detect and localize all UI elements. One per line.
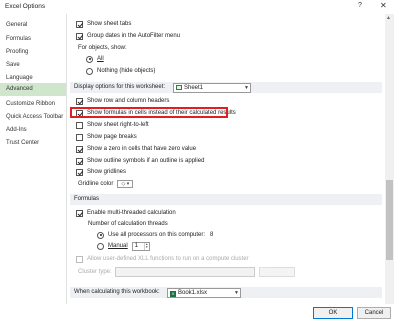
gridlines-label: Show gridlines (87, 169, 127, 175)
for-objects-show-label: For objects, show: (78, 45, 127, 51)
show-zero-checkbox[interactable] (76, 145, 83, 153)
show-sheet-tabs-label: Show sheet tabs (87, 21, 132, 27)
sheet-select[interactable]: Sheet1 ▼ (173, 83, 251, 93)
objects-nothing-radio[interactable] (86, 67, 93, 75)
worksheet-section-title: Display options for this worksheet: (74, 84, 166, 90)
cluster-options-button[interactable]: Options... (259, 267, 295, 277)
options-scrollbar[interactable]: ▲ (385, 14, 394, 304)
page-breaks-option[interactable]: Show page breaks (76, 132, 137, 142)
sheet-icon (176, 85, 182, 90)
allow-udf-option[interactable]: Allow user-defined XLL functions to run … (76, 254, 249, 264)
group-dates-checkbox[interactable] (76, 32, 83, 40)
sidebar-item-quick-access-toolbar[interactable]: Quick Access Toolbar (0, 111, 66, 124)
allow-udf-checkbox[interactable] (76, 255, 83, 263)
cluster-type-input[interactable] (115, 267, 255, 277)
outline-symbols-checkbox[interactable] (76, 157, 83, 165)
title-bar: Excel Options ? ✕ (0, 0, 395, 14)
manual-threads-stepper[interactable]: 1 ▲ ▼ (131, 241, 150, 251)
workbook-calc-title: When calculating this workbook: (74, 289, 160, 295)
outline-symbols-option[interactable]: Show outline symbols if an outline is ap… (76, 156, 204, 166)
objects-all-label: All (97, 56, 104, 62)
sidebar-item-trust-center[interactable]: Trust Center (0, 137, 66, 150)
right-to-left-label: Show sheet right-to-left (87, 122, 149, 128)
show-zero-label: Show a zero in cells that have zero valu… (87, 146, 197, 152)
page-breaks-label: Show page breaks (87, 134, 137, 140)
manual-threads-option[interactable]: Manual 1 ▲ ▼ (97, 241, 150, 251)
chevron-down-icon: ▼ (244, 85, 249, 91)
highlight-annotation (70, 107, 228, 118)
manual-threads-label: Manual (108, 243, 128, 249)
show-zero-option[interactable]: Show a zero in cells that have zero valu… (76, 144, 196, 154)
gridlines-option[interactable]: Show gridlines (76, 167, 126, 177)
gridline-color-row: Gridline color ◇ ▾ (78, 179, 134, 189)
outline-symbols-label: Show outline symbols if an outline is ap… (87, 158, 205, 164)
group-dates-label: Group dates in the AutoFilter menu (87, 33, 181, 39)
manual-threads-radio[interactable] (97, 242, 104, 250)
ok-button[interactable]: OK (313, 307, 353, 319)
chevron-down-icon: ▼ (234, 290, 239, 296)
help-icon[interactable]: ? (358, 2, 362, 9)
use-all-processors-radio[interactable] (97, 231, 104, 239)
show-sheet-tabs-option[interactable]: Show sheet tabs (76, 19, 131, 29)
sheet-select-value: Sheet1 (184, 85, 204, 91)
threads-label: Number of calculation threads (88, 221, 168, 227)
multithreaded-option[interactable]: Enable multi-threaded calculation (76, 208, 176, 218)
workbook-select-value: Book1.xlsx (178, 290, 208, 296)
row-col-headers-label: Show row and column headers (87, 98, 170, 104)
dialog-footer: OK Cancel (0, 304, 395, 322)
excel-icon: X (170, 291, 176, 297)
sidebar-item-proofing[interactable]: Proofing (0, 46, 66, 59)
cancel-button[interactable]: Cancel (357, 307, 391, 319)
options-sidebar: General Formulas Proofing Save Language … (0, 14, 67, 304)
use-all-processors-option[interactable]: Use all processors on this computer: 8 (97, 230, 213, 240)
sidebar-item-formulas[interactable]: Formulas (0, 33, 66, 46)
processor-count: 8 (210, 232, 214, 238)
objects-nothing-label: Nothing (hide objects) (97, 68, 156, 74)
multithreaded-label: Enable multi-threaded calculation (87, 210, 176, 216)
objects-all-radio[interactable] (86, 55, 93, 63)
row-col-headers-option[interactable]: Show row and column headers (76, 96, 169, 106)
cluster-type-label: Cluster type: (78, 269, 112, 275)
formulas-section-header: Formulas (70, 194, 382, 205)
show-sheet-tabs-checkbox[interactable] (76, 20, 83, 28)
formulas-section-title: Formulas (74, 196, 100, 202)
sidebar-item-add-ins[interactable]: Add-Ins (0, 124, 66, 137)
scroll-up-icon[interactable]: ▲ (386, 15, 391, 21)
workbook-select[interactable]: X Book1.xlsx ▼ (167, 288, 241, 298)
allow-udf-label: Allow user-defined XLL functions to run … (87, 256, 249, 262)
sidebar-item-save[interactable]: Save (0, 59, 66, 72)
row-col-headers-checkbox[interactable] (76, 97, 83, 105)
gridline-color-label: Gridline color (78, 181, 114, 187)
right-to-left-option[interactable]: Show sheet right-to-left (76, 120, 149, 130)
page-breaks-checkbox[interactable] (76, 133, 83, 141)
manual-threads-value: 1 (134, 242, 139, 249)
right-to-left-checkbox[interactable] (76, 121, 83, 129)
gridline-color-picker[interactable]: ◇ ▾ (117, 180, 134, 188)
stepper-arrows-icon[interactable]: ▲ ▼ (143, 242, 149, 250)
sidebar-item-advanced[interactable]: Advanced (0, 83, 66, 96)
sidebar-item-general[interactable]: General (0, 19, 66, 32)
objects-all-option[interactable]: All (86, 54, 104, 64)
cluster-options-label: Options... (260, 268, 286, 274)
group-dates-option[interactable]: Group dates in the AutoFilter menu (76, 31, 180, 41)
sidebar-item-customize-ribbon[interactable]: Customize Ribbon (0, 98, 66, 111)
gridlines-checkbox[interactable] (76, 168, 83, 176)
scrollbar-thumb[interactable] (386, 180, 393, 260)
close-icon[interactable]: ✕ (380, 1, 387, 10)
window-title: Excel Options (5, 3, 46, 10)
multithreaded-checkbox[interactable] (76, 209, 83, 217)
use-all-processors-label: Use all processors on this computer: (108, 232, 206, 238)
objects-nothing-option[interactable]: Nothing (hide objects) (86, 66, 155, 76)
